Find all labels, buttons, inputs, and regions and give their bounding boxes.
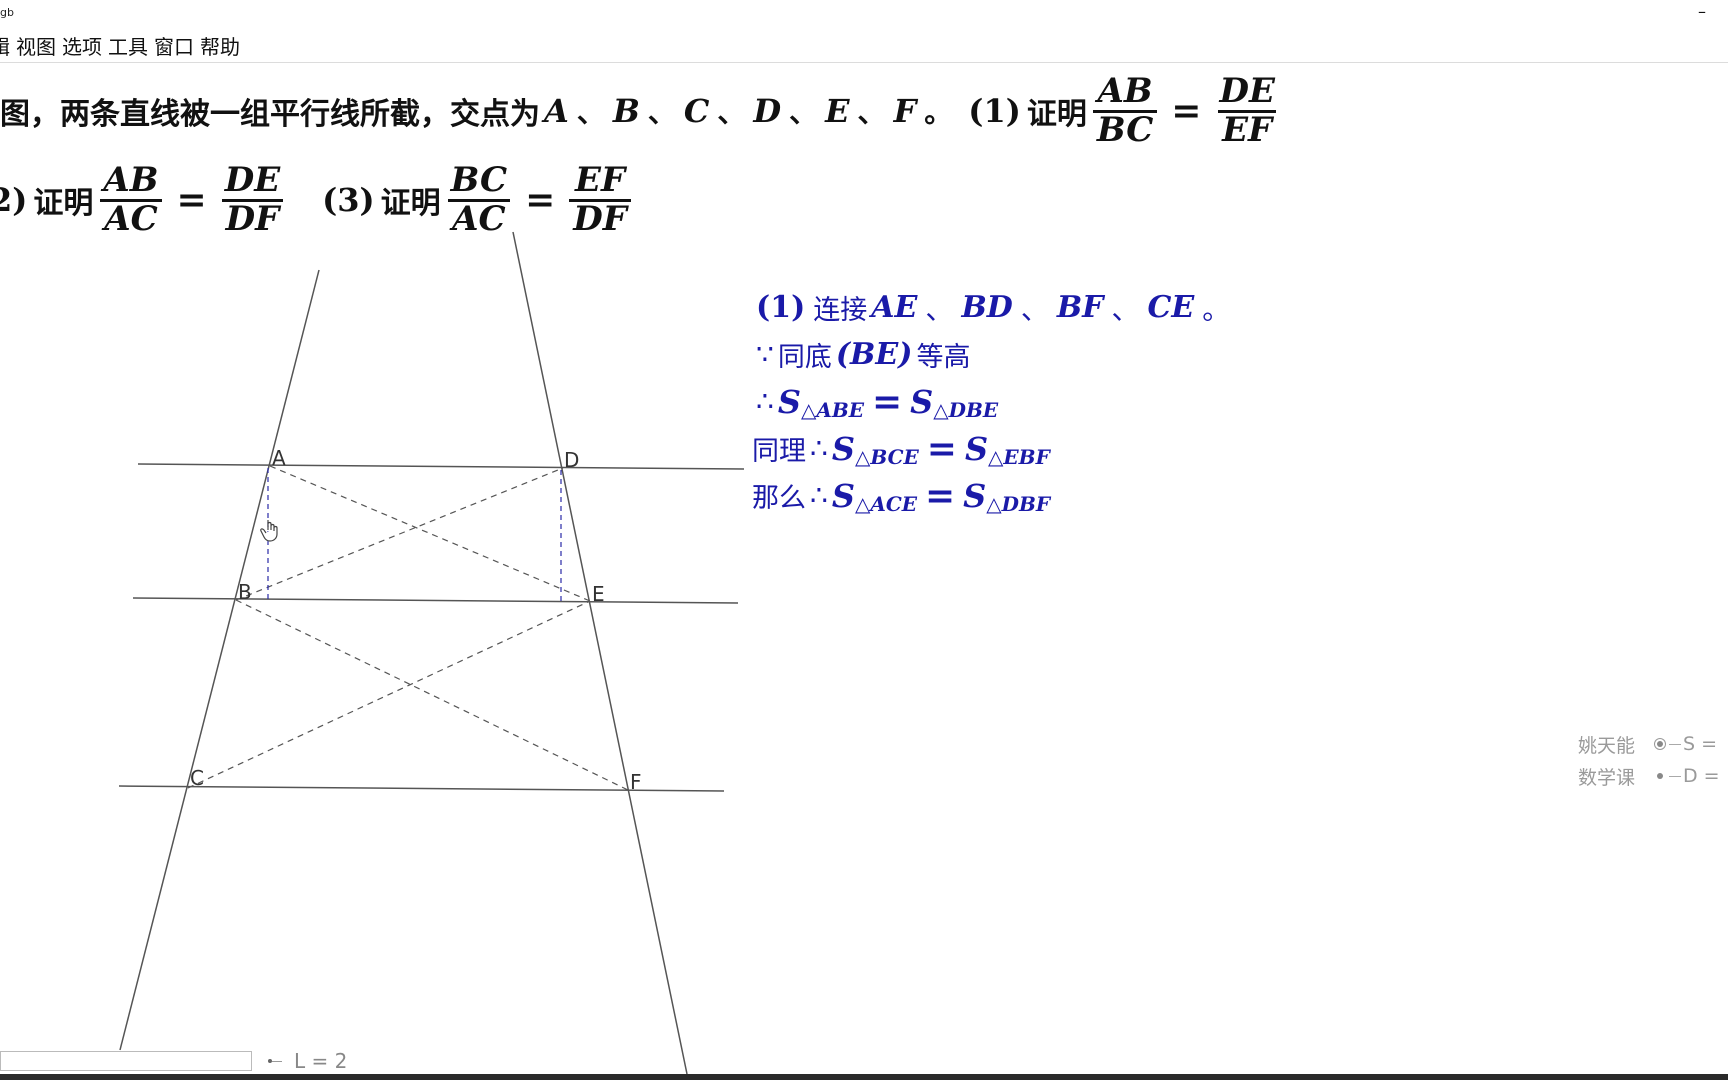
area-subscript: △BCE [854,444,919,469]
bottom-edge [0,1074,1728,1080]
connector-line [1669,743,1682,745]
solution-separator: 、 [1020,292,1049,326]
transversal-line-left[interactable] [119,269,320,1051]
parallel-line-ad[interactable] [137,463,745,470]
point-dot-icon [1657,741,1664,747]
slider-stub [272,1060,282,1062]
solution-line-4: 同理 ∴ S △BCE = S △EBF [752,425,1234,472]
base-be: (BE) [835,337,913,372]
area-subscript: △ACE [854,491,917,516]
therefore-symbol: ∴ [810,432,828,465]
therefore-symbol: ∴ [810,479,828,512]
area-symbol: S [964,429,989,468]
slider-value-label: L = 2 [294,1049,348,1073]
solution-end-mark: 。 [1202,292,1231,326]
equals-sign: = [871,380,903,423]
area-symbol: S [831,429,855,468]
input-bar: L = 2 [0,1048,347,1074]
segment-bf [235,599,629,791]
sidebar-row[interactable]: 数学课 D = [1578,760,1720,792]
point-label-a[interactable]: A [272,446,286,470]
sidebar-row[interactable]: 姚天能 S = [1578,728,1720,760]
area-symbol: S [831,476,855,515]
segment-name-ae: AE [871,290,918,325]
solution-line-1: (1) 连接 AE 、 BD 、 BF 、 CE 。 [752,284,1234,331]
hand-cursor-icon [260,520,278,542]
point-label-d[interactable]: D [564,448,579,472]
sidebar-equation: D = [1683,765,1720,787]
solution-part-number: (1) [756,290,806,325]
solution-line-2: ∵ 同底 (BE) 等高 [752,331,1234,378]
sidebar-labels: 姚天能 S = 数学课 D = [1578,728,1720,792]
sidebar-name: 姚天能 [1578,734,1636,757]
connector-line [1669,775,1682,777]
area-subscript: △ABE [800,397,864,422]
similarly-label: 同理 [752,436,806,467]
solution-line-5: 那么 ∴ S △ACE = S △DBF [752,472,1234,519]
same-height-label: 等高 [916,342,971,373]
segment-name-bf: BF [1056,290,1104,325]
solution-line-3: ∴ S △ABE = S △DBE [752,378,1234,425]
area-subscript: △DBF [986,491,1051,516]
solution-separator: 、 [1111,292,1140,326]
segment-bd [235,467,564,601]
connect-label: 连接 [813,295,868,326]
area-symbol: S [777,382,801,421]
therefore-symbol: ∴ [756,385,774,418]
input-field[interactable] [0,1051,252,1071]
geometry-canvas[interactable]: A D B E C F [0,0,1728,1080]
equals-sign: = [926,427,957,470]
area-symbol: S [963,476,987,515]
equals-sign: = [925,474,956,517]
sidebar-equation: S = [1683,733,1718,755]
solution-separator: 、 [925,292,954,326]
segment-ce [187,600,591,789]
point-label-e[interactable]: E [592,582,605,606]
point-dot-icon [1657,773,1664,779]
then-label: 那么 [752,483,806,514]
sidebar-name: 数学课 [1578,766,1636,789]
transversal-line-right[interactable] [512,231,688,1075]
because-symbol: ∵ [756,338,774,371]
segment-name-ce: CE [1147,290,1195,325]
solution-block: (1) 连接 AE 、 BD 、 BF 、 CE 。 ∵ 同底 (BE) 等高 … [752,284,1234,519]
point-label-c[interactable]: C [190,766,204,790]
parallel-line-be[interactable] [132,597,739,604]
point-label-b[interactable]: B [238,580,252,604]
area-subscript: △DBE [933,397,999,422]
area-symbol: S [910,382,934,421]
point-label-f[interactable]: F [630,770,642,794]
same-base-label: 同底 [777,342,832,373]
area-subscript: △EBF [988,444,1050,469]
segment-name-bd: BD [961,290,1013,325]
segment-ae [269,465,591,602]
